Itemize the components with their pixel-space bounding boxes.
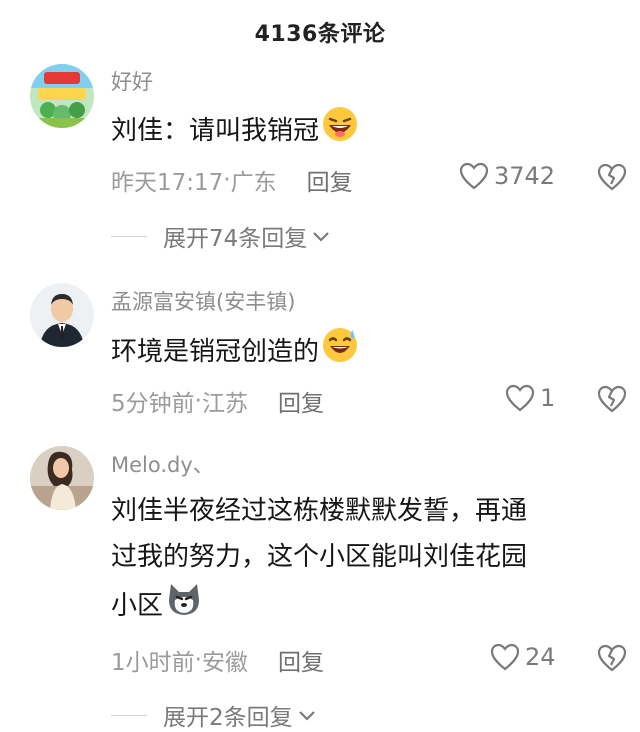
heart-icon <box>505 384 535 412</box>
username[interactable]: 孟源富安镇(安丰镇) <box>111 286 295 316</box>
comment-text-line: 刘佳半夜经过这栋楼默默发誓，再通 <box>111 496 528 526</box>
dislike-button[interactable] <box>596 643 628 677</box>
comment-meta: 5分钟前 · 江苏 回复 <box>111 384 324 418</box>
avatar[interactable] <box>30 446 94 510</box>
comment-time: 1小时前 <box>111 650 195 676</box>
comment-text-line: 过我的努力，这个小区能叫刘佳花园 <box>111 542 528 572</box>
username[interactable]: Melo.dy、 <box>111 449 214 479</box>
broken-heart-icon <box>597 644 627 672</box>
dislike-button[interactable] <box>596 162 628 196</box>
heart-icon <box>459 162 489 190</box>
laughing-face-emoji <box>321 105 359 158</box>
like-count: 3742 <box>494 162 556 190</box>
comment-text-line: 小区 <box>111 580 621 633</box>
comment-meta: 1小时前 · 安徽 回复 <box>111 643 324 677</box>
avatar[interactable] <box>30 283 94 347</box>
username[interactable]: 好好 <box>111 66 153 96</box>
divider-line <box>111 714 147 716</box>
like-button[interactable]: 3742 <box>458 161 555 191</box>
like-count: 24 <box>525 643 556 671</box>
expand-replies-label: 展开74条回复 <box>163 226 308 252</box>
chevron-down-icon <box>298 711 315 721</box>
comment-text-line-end: 小区 <box>111 591 164 621</box>
comment-text: 环境是销冠创造的 <box>111 326 621 379</box>
sweat-smile-emoji <box>321 326 359 379</box>
separator-dot: · <box>223 167 231 193</box>
comment-text-body: 环境是销冠创造的 <box>111 337 320 367</box>
comment-text-body: 刘佳：请叫我销冠 <box>111 116 320 146</box>
heart-icon <box>490 643 520 671</box>
comment-count-title: 4136条评论 <box>254 22 386 47</box>
comment-time: 5分钟前 <box>111 391 195 417</box>
broken-heart-icon <box>597 385 627 413</box>
comment-meta: 昨天17:17 · 广东 回复 <box>111 163 353 197</box>
avatar[interactable] <box>30 64 94 128</box>
comment-location: 广东 <box>230 170 277 196</box>
reply-button[interactable]: 回复 <box>307 163 353 197</box>
reply-button[interactable]: 回复 <box>278 384 324 418</box>
comment-text: 刘佳半夜经过这栋楼默默发誓，再通 过我的努力，这个小区能叫刘佳花园 小区 <box>111 488 621 633</box>
like-button[interactable]: 1 <box>504 383 555 413</box>
husky-dog-emoji <box>165 580 203 633</box>
broken-heart-icon <box>597 163 627 191</box>
comment-location: 安徽 <box>201 650 248 676</box>
separator-dot: · <box>194 388 202 414</box>
separator-dot: · <box>194 647 202 673</box>
chevron-down-icon <box>313 232 330 242</box>
dislike-button[interactable] <box>596 384 628 418</box>
comment-location: 江苏 <box>201 391 248 417</box>
expand-replies-label: 展开2条回复 <box>163 705 293 731</box>
expand-replies-button[interactable]: 展开2条回复 <box>111 698 317 732</box>
reply-button[interactable]: 回复 <box>278 643 324 677</box>
comment-text: 刘佳：请叫我销冠 <box>111 105 621 158</box>
like-count: 1 <box>540 384 556 412</box>
like-button[interactable]: 24 <box>489 642 556 672</box>
expand-replies-button[interactable]: 展开74条回复 <box>111 219 331 253</box>
comment-time: 昨天17:17 <box>111 170 224 196</box>
comments-header: 4136条评论 <box>0 0 640 64</box>
divider-line <box>111 235 147 237</box>
